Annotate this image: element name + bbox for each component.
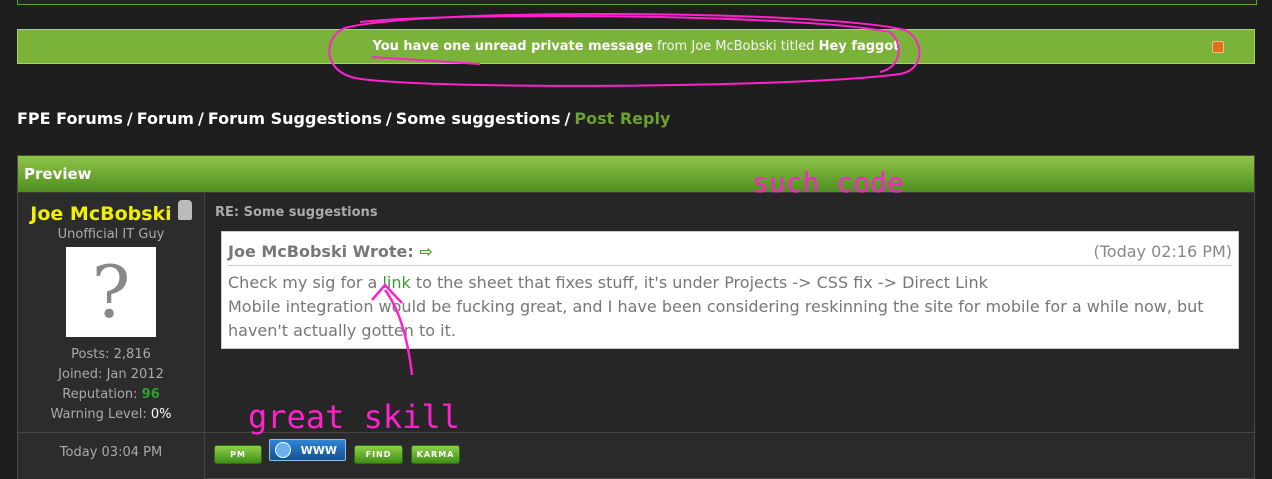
breadcrumb: FPE Forums / Forum / Forum Suggestions / Some … bbox=[17, 109, 671, 128]
quote-time: (Today 02:16 PM) bbox=[1093, 242, 1233, 261]
post-time: Today 03:04 PM bbox=[18, 433, 205, 479]
breadcrumb-item-fpe-forums[interactable]: FPE Forums bbox=[17, 109, 123, 128]
post-body: RE: Some suggestions Joe McBobski Wrote:… bbox=[205, 193, 1254, 431]
warning-level[interactable]: 0% bbox=[151, 407, 172, 422]
joined-date: Jan 2012 bbox=[106, 367, 164, 382]
offline-status-icon bbox=[177, 200, 192, 220]
breadcrumb-current: Post Reply bbox=[574, 109, 671, 128]
author-info: Joe McBobski Unofficial IT Guy ? Posts: … bbox=[18, 193, 205, 431]
author-title: Unofficial IT Guy bbox=[57, 227, 165, 242]
karma-button[interactable]: KARMA bbox=[411, 445, 460, 464]
dismiss-icon[interactable] bbox=[1212, 41, 1224, 53]
globe-icon bbox=[275, 442, 291, 458]
preview-panel: Preview Joe McBobski Unofficial IT Guy ?… bbox=[17, 155, 1255, 479]
quote-block: Joe McBobski Wrote: ⇨ (Today 02:16 PM) C… bbox=[221, 231, 1239, 349]
avatar[interactable]: ? bbox=[66, 247, 156, 337]
pm-notice-bar[interactable]: You have one unread private message from… bbox=[17, 29, 1255, 64]
quote-author: Joe McBobski Wrote: bbox=[228, 242, 414, 261]
author-name[interactable]: Joe McBobski bbox=[30, 203, 171, 225]
breadcrumb-item-forum[interactable]: Forum bbox=[137, 109, 194, 128]
www-button[interactable]: WWW bbox=[269, 439, 346, 461]
author-stats: Posts: 2,816 Joined: Jan 2012 Reputation… bbox=[50, 347, 172, 422]
pm-button[interactable]: PM bbox=[214, 445, 262, 464]
find-button[interactable]: FIND bbox=[354, 445, 403, 464]
top-frame-strip bbox=[17, 0, 1257, 5]
pm-notice-title[interactable]: Hey faggot bbox=[819, 39, 900, 54]
post-footer: Today 03:04 PM PM WWW FIND KARMA bbox=[18, 432, 1254, 479]
pm-notice-lead[interactable]: You have one unread private message bbox=[372, 39, 652, 54]
post-subject: RE: Some suggestions bbox=[215, 205, 378, 220]
quote-text: Check my sig for a link to the sheet tha… bbox=[228, 273, 1204, 340]
breadcrumb-item-some-suggestions[interactable]: Some suggestions bbox=[396, 109, 561, 128]
sig-link[interactable]: link bbox=[382, 273, 410, 292]
quote-jump-arrow-icon[interactable]: ⇨ bbox=[419, 242, 432, 261]
breadcrumb-item-forum-suggestions[interactable]: Forum Suggestions bbox=[208, 109, 382, 128]
preview-header: Preview bbox=[18, 156, 1254, 193]
reputation-value[interactable]: 96 bbox=[142, 387, 160, 402]
post-count: 2,816 bbox=[113, 347, 151, 362]
pm-notice-from: from Joe McBobski titled bbox=[656, 39, 815, 54]
